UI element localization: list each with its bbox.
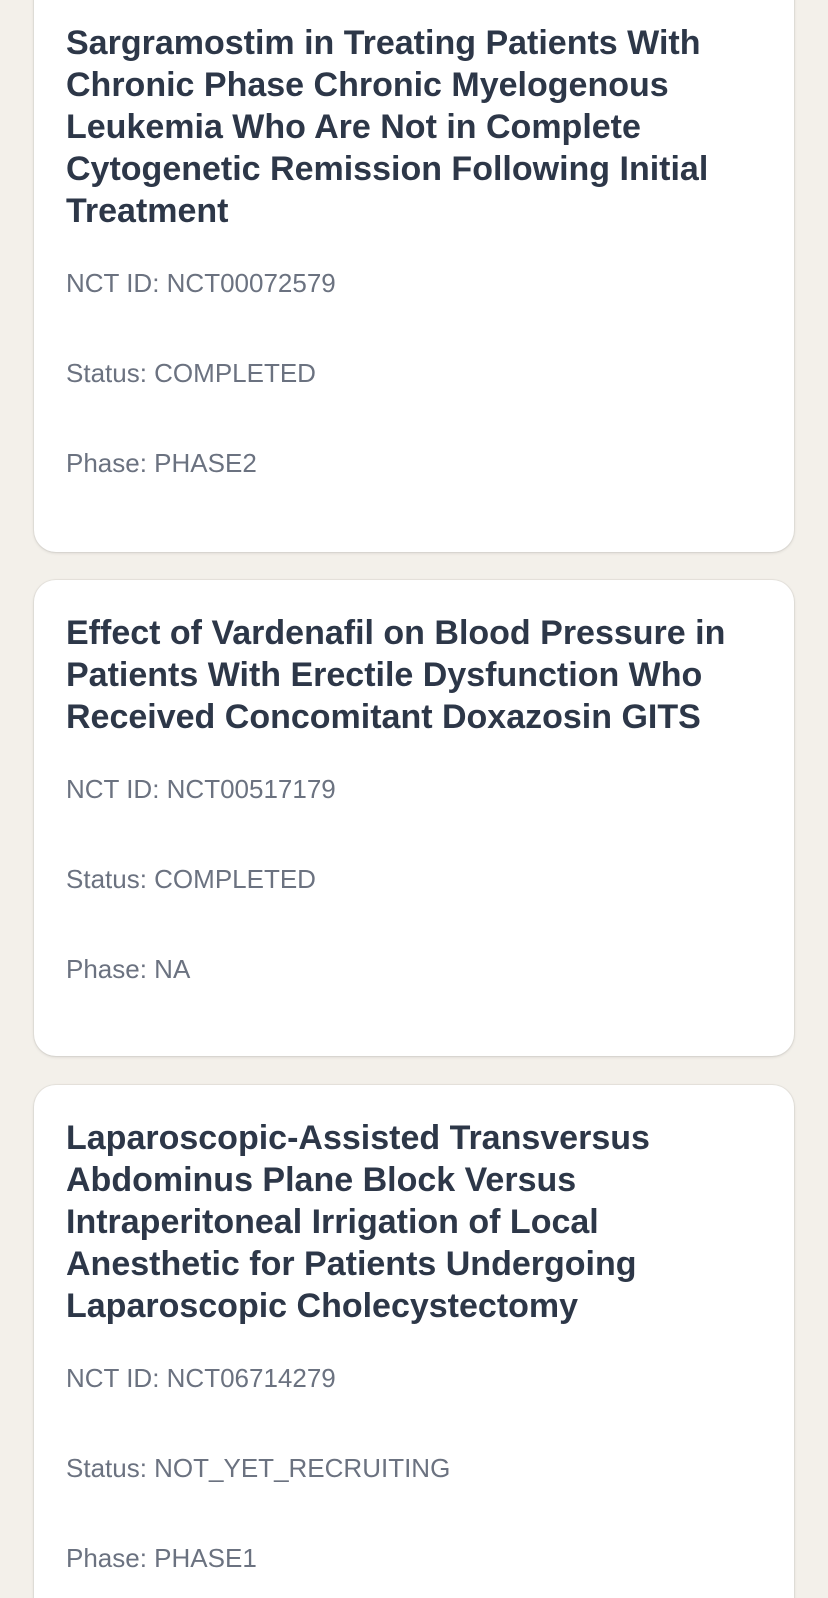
trial-card[interactable]: Effect of Vardenafil on Blood Pressure i… (34, 580, 794, 1056)
trial-list: Sargramostim in Treating Patients With C… (0, 0, 828, 1598)
trial-nct-id: NCT ID: NCT00517179 (66, 774, 336, 804)
trial-card[interactable]: Laparoscopic-Assisted Transversus Abdomi… (34, 1085, 794, 1598)
trial-phase: Phase: NA (66, 954, 191, 984)
trial-status: Status: COMPLETED (66, 864, 316, 894)
trial-phase: Phase: PHASE1 (66, 1543, 257, 1573)
trial-phase: Phase: PHASE2 (66, 448, 257, 478)
trial-card[interactable]: Sargramostim in Treating Patients With C… (34, 0, 794, 552)
trial-nct-id: NCT ID: NCT00072579 (66, 268, 336, 298)
trial-status: Status: NOT_YET_RECRUITING (66, 1453, 451, 1483)
trial-title[interactable]: Laparoscopic-Assisted Transversus Abdomi… (66, 1117, 762, 1327)
trial-nct-id: NCT ID: NCT06714279 (66, 1363, 336, 1393)
trial-status: Status: COMPLETED (66, 358, 316, 388)
trial-title[interactable]: Sargramostim in Treating Patients With C… (66, 22, 762, 232)
trial-title[interactable]: Effect of Vardenafil on Blood Pressure i… (66, 612, 762, 738)
